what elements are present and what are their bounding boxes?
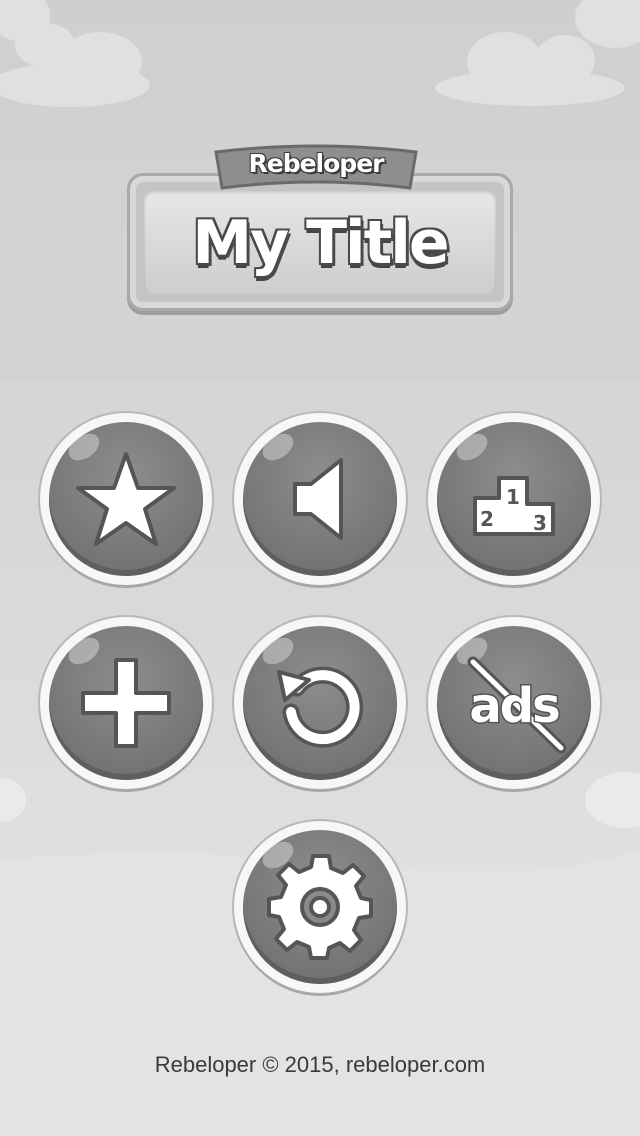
podium-icon: 1 2 3: [473, 476, 555, 536]
podium-label-3: 3: [533, 511, 547, 535]
podium-label-2: 2: [480, 507, 494, 531]
settings-button[interactable]: [234, 821, 406, 993]
no-ads-icon: ads: [467, 656, 567, 754]
title-panel: My Title: [127, 173, 513, 311]
star-icon: [76, 452, 176, 546]
plus-icon: [81, 658, 171, 748]
leaderboard-button[interactable]: 1 2 3: [428, 413, 600, 585]
remove-ads-button[interactable]: ads: [428, 617, 600, 789]
restore-icon: [277, 666, 364, 748]
rate-button[interactable]: [40, 413, 212, 585]
cloud-top-left: [0, 0, 150, 107]
gear-icon: [267, 854, 373, 960]
restore-button[interactable]: [234, 617, 406, 789]
speaker-icon: [293, 458, 343, 540]
ribbon-banner: Rebeloper: [212, 140, 420, 192]
ads-label: ads: [469, 678, 559, 734]
ribbon-label: Rebeloper: [248, 149, 385, 178]
sound-button[interactable]: [234, 413, 406, 585]
page-title: My Title: [192, 208, 449, 278]
footer-copyright: Rebeloper © 2015, rebeloper.com: [154, 1052, 486, 1077]
more-button[interactable]: [40, 617, 212, 789]
cloud-top-right: [435, 0, 640, 106]
podium-label-1: 1: [506, 485, 520, 509]
